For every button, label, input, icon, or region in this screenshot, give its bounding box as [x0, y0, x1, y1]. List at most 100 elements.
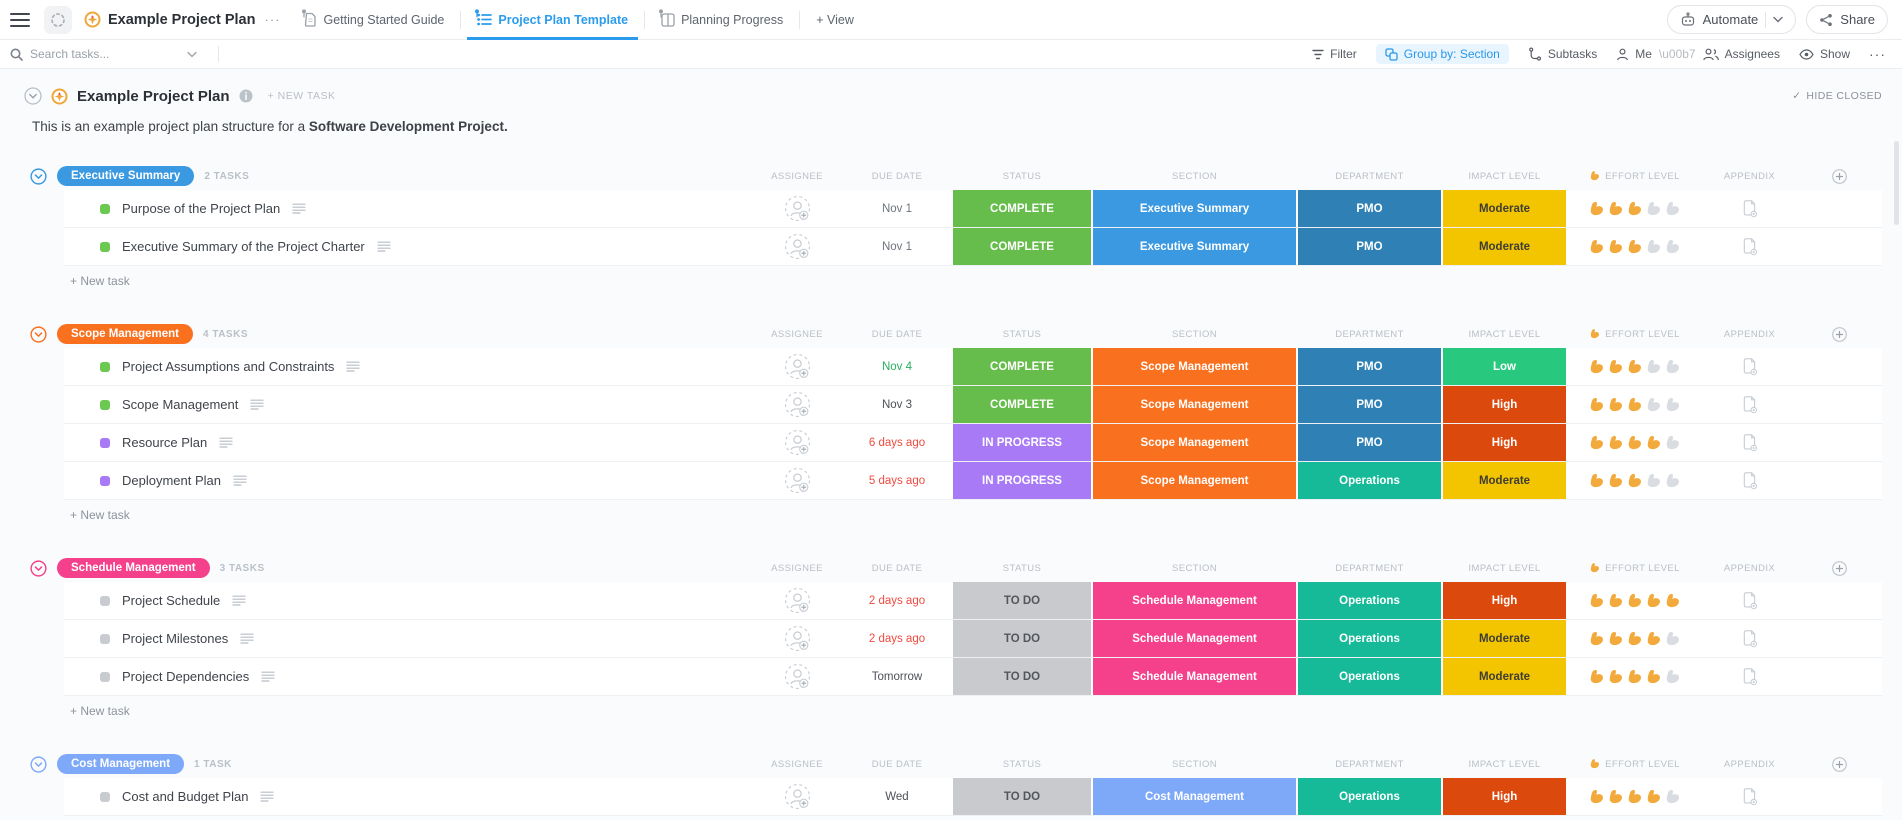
task-status-square[interactable] — [100, 242, 110, 252]
group-collapse-chevron[interactable] — [30, 168, 47, 185]
task-department-badge[interactable]: Operations — [1297, 778, 1442, 815]
appendix-document-icon[interactable] — [1741, 433, 1758, 452]
task-effort-level[interactable] — [1567, 778, 1702, 815]
task-effort-level[interactable] — [1567, 348, 1702, 385]
task-status-square[interactable] — [100, 634, 110, 644]
title-ellipsis-menu[interactable]: ··· — [264, 12, 280, 27]
column-header-department[interactable]: DEPARTMENT — [1297, 171, 1442, 182]
task-section-badge[interactable]: Executive Summary — [1092, 228, 1297, 265]
task-name[interactable]: Project Dependencies — [122, 669, 249, 684]
task-name[interactable]: Scope Management — [122, 397, 238, 412]
task-section-badge[interactable]: Schedule Management — [1092, 620, 1297, 657]
column-header-effort-level[interactable]: EFFORT LEVEL — [1567, 328, 1702, 340]
column-header-effort-level[interactable]: EFFORT LEVEL — [1567, 758, 1702, 770]
column-header-department[interactable]: DEPARTMENT — [1297, 759, 1442, 770]
task-status-square[interactable] — [100, 792, 110, 802]
task-due-date[interactable]: Wed — [842, 778, 952, 815]
task-section-badge[interactable]: Schedule Management — [1092, 658, 1297, 695]
column-header-effort-level[interactable]: EFFORT LEVEL — [1567, 562, 1702, 574]
automate-button[interactable]: Automate — [1667, 5, 1797, 34]
task-row[interactable]: Deployment Plan 5 days ago IN PROGRESS S… — [24, 462, 1882, 500]
task-department-badge[interactable]: PMO — [1297, 228, 1442, 265]
appendix-document-icon[interactable] — [1741, 237, 1758, 256]
task-status-square[interactable] — [100, 204, 110, 214]
column-header-due-date[interactable]: DUE DATE — [842, 759, 952, 770]
task-row[interactable]: Project Milestones 2 days ago TO DO Sche… — [24, 620, 1882, 658]
task-department-badge[interactable]: PMO — [1297, 190, 1442, 227]
column-header-due-date[interactable]: DUE DATE — [842, 171, 952, 182]
group-collapse-chevron[interactable] — [30, 560, 47, 577]
task-status-badge[interactable]: IN PROGRESS — [952, 424, 1092, 461]
column-header-status[interactable]: STATUS — [952, 171, 1092, 182]
chevron-down-icon[interactable] — [187, 51, 197, 58]
task-name[interactable]: Project Milestones — [122, 631, 228, 646]
task-name[interactable]: Deployment Plan — [122, 473, 221, 488]
group-name-chip[interactable]: Schedule Management — [57, 558, 210, 578]
task-department-badge[interactable]: PMO — [1297, 424, 1442, 461]
column-header-department[interactable]: DEPARTMENT — [1297, 563, 1442, 574]
me-button[interactable]: Me — [1616, 47, 1652, 61]
assignee-add-icon[interactable] — [784, 429, 811, 456]
task-effort-level[interactable] — [1567, 228, 1702, 265]
task-row[interactable]: Scope Management Nov 3 COMPLETE Scope Ma… — [24, 386, 1882, 424]
task-effort-level[interactable] — [1567, 582, 1702, 619]
vertical-scrollbar[interactable] — [1894, 141, 1899, 225]
task-due-date[interactable]: Nov 1 — [842, 190, 952, 227]
column-header-impact-level[interactable]: IMPACT LEVEL — [1442, 329, 1567, 340]
column-header-status[interactable]: STATUS — [952, 329, 1092, 340]
hamburger-menu-icon[interactable] — [10, 13, 30, 27]
new-task-button[interactable]: + New task — [64, 696, 1882, 720]
task-section-badge[interactable]: Scope Management — [1092, 462, 1297, 499]
new-task-header-button[interactable]: + NEW TASK — [268, 90, 336, 102]
task-row[interactable]: Project Schedule 2 days ago TO DO Schedu… — [24, 582, 1882, 620]
task-status-square[interactable] — [100, 438, 110, 448]
column-header-assignee[interactable]: ASSIGNEE — [752, 563, 842, 574]
column-header-impact-level[interactable]: IMPACT LEVEL — [1442, 563, 1567, 574]
task-effort-level[interactable] — [1567, 424, 1702, 461]
task-effort-level[interactable] — [1567, 190, 1702, 227]
assignee-add-icon[interactable] — [784, 467, 811, 494]
task-status-square[interactable] — [100, 596, 110, 606]
task-department-badge[interactable]: Operations — [1297, 582, 1442, 619]
hide-closed-toggle[interactable]: ✓ HIDE CLOSED — [1792, 90, 1882, 102]
appendix-document-icon[interactable] — [1741, 471, 1758, 490]
column-header-appendix[interactable]: APPENDIX — [1702, 563, 1797, 574]
column-header-appendix[interactable]: APPENDIX — [1702, 759, 1797, 770]
task-impact-badge[interactable]: Moderate — [1442, 228, 1567, 265]
appendix-document-icon[interactable] — [1741, 199, 1758, 218]
assignee-add-icon[interactable] — [784, 195, 811, 222]
task-name[interactable]: Resource Plan — [122, 435, 207, 450]
task-section-badge[interactable]: Scope Management — [1092, 424, 1297, 461]
group-name-chip[interactable]: Scope Management — [57, 324, 193, 344]
column-header-department[interactable]: DEPARTMENT — [1297, 329, 1442, 340]
task-impact-badge[interactable]: High — [1442, 582, 1567, 619]
filter-button[interactable]: Filter — [1312, 47, 1357, 61]
assignee-add-icon[interactable] — [784, 663, 811, 690]
task-impact-badge[interactable]: Moderate — [1442, 462, 1567, 499]
task-effort-level[interactable] — [1567, 462, 1702, 499]
column-header-status[interactable]: STATUS — [952, 759, 1092, 770]
task-status-badge[interactable]: COMPLETE — [952, 228, 1092, 265]
task-department-badge[interactable]: PMO — [1297, 386, 1442, 423]
task-due-date[interactable]: 5 days ago — [842, 462, 952, 499]
collapse-list-chevron[interactable] — [24, 87, 42, 105]
task-status-square[interactable] — [100, 400, 110, 410]
add-column-button[interactable] — [1797, 327, 1882, 342]
column-header-effort-level[interactable]: EFFORT LEVEL — [1567, 170, 1702, 182]
task-impact-badge[interactable]: High — [1442, 778, 1567, 815]
more-options-button[interactable]: ··· — [1869, 46, 1886, 62]
task-due-date[interactable]: 2 days ago — [842, 620, 952, 657]
share-button[interactable]: Share — [1806, 5, 1888, 34]
group-collapse-chevron[interactable] — [30, 326, 47, 343]
add-view-button[interactable]: + View — [806, 0, 864, 40]
task-name[interactable]: Executive Summary of the Project Charter — [122, 239, 365, 254]
new-task-button[interactable]: + New task — [64, 500, 1882, 524]
task-department-badge[interactable]: PMO — [1297, 348, 1442, 385]
assignee-add-icon[interactable] — [784, 233, 811, 260]
task-name[interactable]: Project Assumptions and Constraints — [122, 359, 334, 374]
new-task-button[interactable]: + New task — [64, 816, 1882, 820]
task-status-badge[interactable]: TO DO — [952, 620, 1092, 657]
task-name[interactable]: Project Schedule — [122, 593, 220, 608]
task-due-date[interactable]: Tomorrow — [842, 658, 952, 695]
search-input[interactable] — [30, 47, 180, 61]
